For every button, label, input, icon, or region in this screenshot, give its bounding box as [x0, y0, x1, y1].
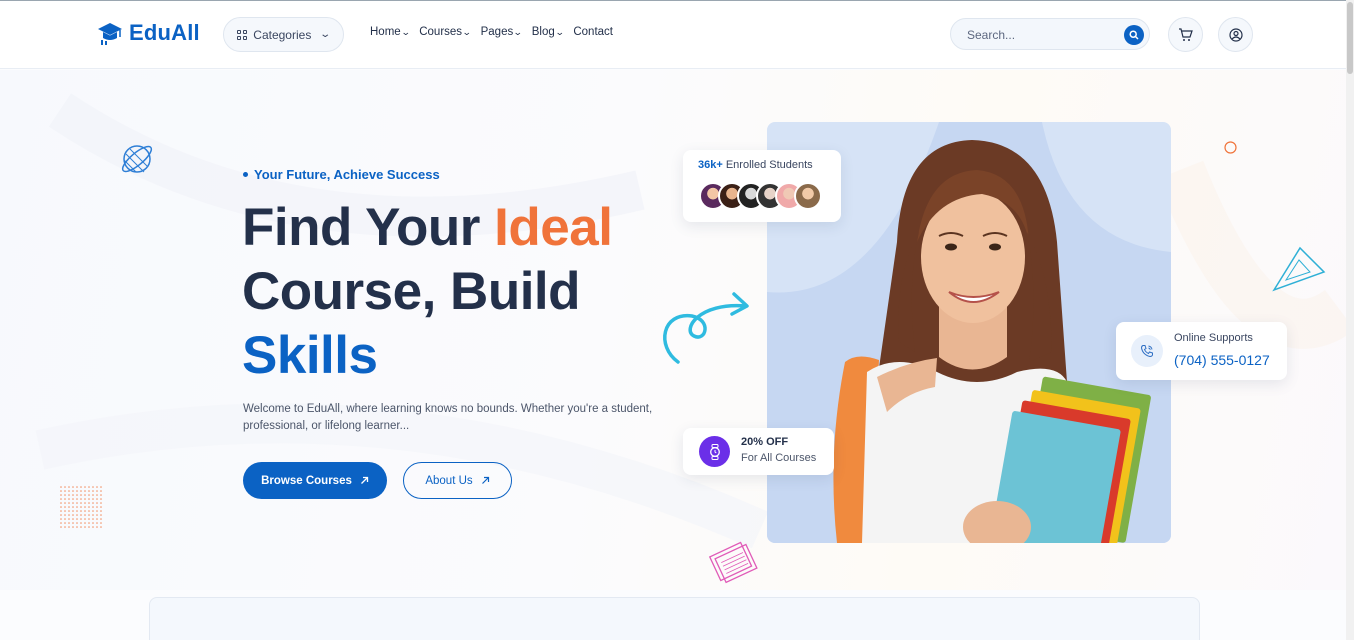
discount-subtitle: For All Courses	[741, 452, 817, 464]
logo[interactable]: EduAll	[97, 20, 200, 46]
dots-pattern-decor	[60, 486, 102, 528]
nav-item-courses[interactable]: Courses ⌄	[419, 26, 480, 38]
categories-button[interactable]: Categories ⌄	[223, 17, 344, 52]
nav-label: Pages	[480, 26, 514, 38]
circle-decor-icon	[1224, 141, 1237, 154]
online-support-card: Online Supports (704) 555-0127	[1116, 322, 1287, 380]
nav-label: Courses	[419, 26, 463, 38]
tagline-dot	[243, 172, 248, 177]
nav-item-blog[interactable]: Blog ⌄	[532, 26, 574, 38]
cart-button[interactable]	[1168, 17, 1203, 52]
page-scrollbar[interactable]	[1346, 0, 1354, 640]
headline-line2: Course, Build	[242, 262, 581, 321]
nav-label: Home	[370, 26, 401, 38]
site-header: EduAll Categories ⌄ Home ⌄ Courses ⌄ Pag…	[0, 0, 1346, 69]
discount-card: 20% OFF For All Courses	[683, 428, 834, 475]
search-button[interactable]	[1124, 25, 1144, 45]
chevron-down-icon: ⌄	[461, 26, 472, 37]
watch-icon-wrap	[699, 436, 730, 467]
bottom-section-card	[149, 597, 1200, 640]
headline-highlight-ideal: Ideal	[494, 198, 613, 257]
planet-decor-icon	[121, 145, 153, 173]
categories-label: Categories	[253, 27, 312, 42]
hero-headline: Find Your Ideal Course, Build Skills	[242, 196, 613, 388]
support-label: Online Supports	[1174, 332, 1253, 344]
search-icon	[1129, 30, 1139, 40]
phone-icon	[1140, 345, 1153, 358]
notebook-decor-icon	[708, 541, 758, 584]
hero-description: Welcome to EduAll, where learning knows …	[243, 403, 653, 432]
search-box[interactable]: Search...	[950, 18, 1150, 50]
chevron-down-icon: ⌄	[554, 26, 565, 37]
grid-icon	[237, 29, 248, 40]
arrow-up-right-icon	[360, 476, 369, 484]
student-avatars	[699, 182, 822, 210]
arrow-up-right-icon	[481, 476, 489, 484]
enrolled-students-text: 36k+ Enrolled Students	[698, 159, 813, 171]
user-icon	[1228, 27, 1243, 42]
graduation-cap-icon	[98, 23, 122, 45]
enrolled-label: Enrolled Students	[725, 159, 813, 171]
enrolled-count: 36k+	[698, 159, 723, 171]
curly-arrow-decor-icon	[663, 292, 749, 364]
tagline-text: Your Future, Achieve Success	[254, 167, 440, 182]
search-input[interactable]: Search...	[967, 28, 1015, 42]
browse-courses-button[interactable]: Browse Courses	[243, 462, 387, 499]
headline-highlight-skills: Skills	[242, 326, 378, 385]
nav-item-home[interactable]: Home ⌄	[370, 26, 419, 38]
account-button[interactable]	[1218, 17, 1253, 52]
phone-icon-wrap	[1131, 335, 1163, 367]
watch-icon	[709, 443, 720, 460]
support-phone-link[interactable]: (704) 555-0127	[1174, 352, 1270, 368]
hero-tagline: Your Future, Achieve Success	[243, 167, 440, 182]
headline-text: Find Your	[242, 198, 495, 257]
chevron-down-icon: ⌄	[400, 26, 411, 37]
about-us-button[interactable]: About Us	[403, 462, 512, 499]
nav-label: Contact	[573, 26, 613, 38]
chevron-down-icon: ⌄	[513, 26, 523, 37]
chevron-down-icon: ⌄	[319, 29, 332, 40]
discount-title: 20% OFF	[741, 436, 789, 448]
nav-item-pages[interactable]: Pages ⌄	[481, 26, 532, 38]
set-square-decor-icon	[1272, 246, 1326, 292]
browse-courses-label: Browse Courses	[261, 474, 352, 487]
enrolled-students-card: 36k+ Enrolled Students	[683, 150, 841, 222]
about-us-label: About Us	[425, 474, 473, 487]
logo-text: EduAll	[129, 20, 200, 45]
top-border	[0, 0, 1346, 1]
scrollbar-thumb[interactable]	[1347, 2, 1353, 74]
avatar	[794, 182, 822, 210]
headline-line1: Find Your Ideal	[242, 196, 613, 260]
cart-icon	[1179, 27, 1193, 41]
nav-label: Blog	[531, 26, 555, 38]
main-nav: Home ⌄ Courses ⌄ Pages ⌄ Blog ⌄ Contact	[370, 26, 613, 38]
nav-item-contact[interactable]: Contact	[573, 26, 613, 38]
